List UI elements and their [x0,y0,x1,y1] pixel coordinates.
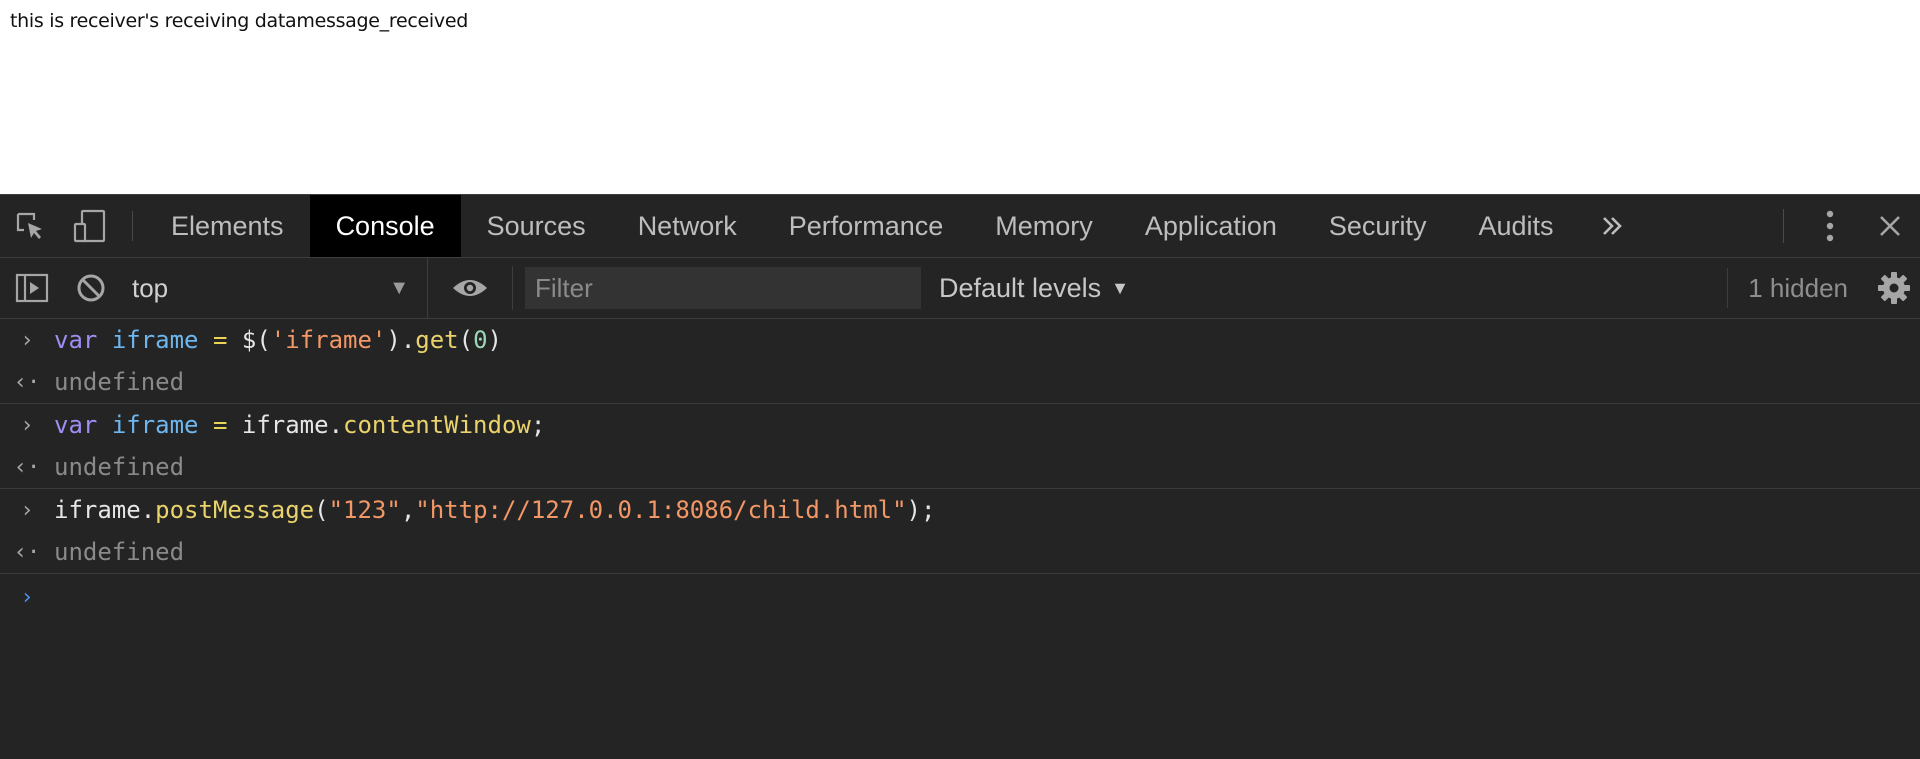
inspect-element-icon[interactable] [0,195,60,257]
input-chevron-icon: › [20,497,34,523]
more-tabs-icon[interactable] [1580,195,1644,257]
console-toolbar-right: 1 hidden [1727,258,1920,318]
console-input-line: › iframe.postMessage("123","http://127.0… [0,489,1920,531]
console-toolbar: top ▼ Default levels ▼ 1 hidden [0,258,1920,319]
devtools-panel: Elements Console Sources Network Perform… [0,194,1920,759]
token-string: "http://127.0.0.1:8086/child.html" [415,496,907,524]
result-arrow-icon: ‹· [13,369,41,395]
console-entry: › var iframe = iframe.contentWindow; ‹· … [0,404,1920,489]
show-sidebar-icon[interactable] [0,258,64,318]
tab-audits[interactable]: Audits [1452,195,1579,257]
toolbar-divider [132,211,133,241]
filter-input[interactable] [525,267,921,309]
console-messages: › var iframe = $('iframe').get(0) ‹· und… [0,319,1920,620]
console-input-line: › var iframe = $('iframe').get(0) [0,319,1920,361]
context-selector[interactable]: top ▼ [118,258,428,318]
live-expression-eye-icon[interactable] [428,266,513,310]
input-chevron-icon: › [20,412,34,438]
console-result: undefined [54,538,185,566]
console-entry: › var iframe = $('iframe').get(0) ‹· und… [0,319,1920,404]
log-levels-dropdown[interactable]: Default levels ▼ [939,273,1129,304]
tab-performance[interactable]: Performance [763,195,970,257]
token-variable: iframe [111,411,199,439]
token-string: 'iframe' [270,326,387,354]
page-content: this is receiver's receiving datamessage… [0,0,1920,194]
token-property: contentWindow [343,411,531,439]
token-variable: iframe [111,326,199,354]
page-text: this is receiver's receiving datamessage… [10,10,468,32]
chevron-down-icon: ▼ [1111,277,1129,298]
token-keyword: var [54,411,98,439]
input-chevron-icon: › [20,327,34,353]
toolbar-divider [1727,268,1729,308]
tabbar-right-controls [1783,195,1920,257]
tab-security[interactable]: Security [1303,195,1453,257]
console-input-line: › var iframe = iframe.contentWindow; [0,404,1920,446]
token-keyword: var [54,326,98,354]
console-input-code[interactable]: var iframe = iframe.contentWindow; [54,411,545,439]
console-result-line: ‹· undefined [0,446,1920,488]
result-arrow-icon: ‹· [13,539,41,565]
context-selector-label: top [132,272,169,303]
console-result: undefined [54,368,185,396]
toolbar-divider [1783,209,1784,243]
token-number: 0 [473,326,488,354]
tab-network[interactable]: Network [612,195,763,257]
token-operator: = [212,326,228,354]
tab-console[interactable]: Console [309,195,461,257]
device-toolbar-icon[interactable] [60,195,120,257]
token-function: get [415,326,459,354]
log-levels-label: Default levels [939,272,1102,303]
gear-icon[interactable] [1870,258,1918,318]
tab-memory[interactable]: Memory [969,195,1119,257]
console-prompt[interactable]: › [0,574,1920,620]
token-function: postMessage [155,496,315,524]
close-icon[interactable] [1860,195,1920,257]
console-input-code[interactable]: var iframe = $('iframe').get(0) [54,326,502,354]
console-entry: › iframe.postMessage("123","http://127.0… [0,489,1920,574]
console-result-line: ‹· undefined [0,361,1920,403]
tab-application[interactable]: Application [1119,195,1303,257]
clear-console-icon[interactable] [64,258,118,318]
devtools-tabbar: Elements Console Sources Network Perform… [0,195,1920,258]
console-input-code[interactable]: iframe.postMessage("123","http://127.0.0… [54,496,935,524]
kebab-menu-icon[interactable] [1800,195,1860,257]
tab-sources[interactable]: Sources [461,195,612,257]
token-operator: = [212,411,228,439]
hidden-count: 1 hidden [1748,272,1848,303]
console-result-line: ‹· undefined [0,531,1920,573]
token-string: "123" [328,496,401,524]
prompt-chevron-icon: › [20,584,34,610]
result-arrow-icon: ‹· [13,454,41,480]
console-result: undefined [54,453,185,481]
tab-elements[interactable]: Elements [145,195,310,257]
chevron-down-icon: ▼ [389,276,409,299]
